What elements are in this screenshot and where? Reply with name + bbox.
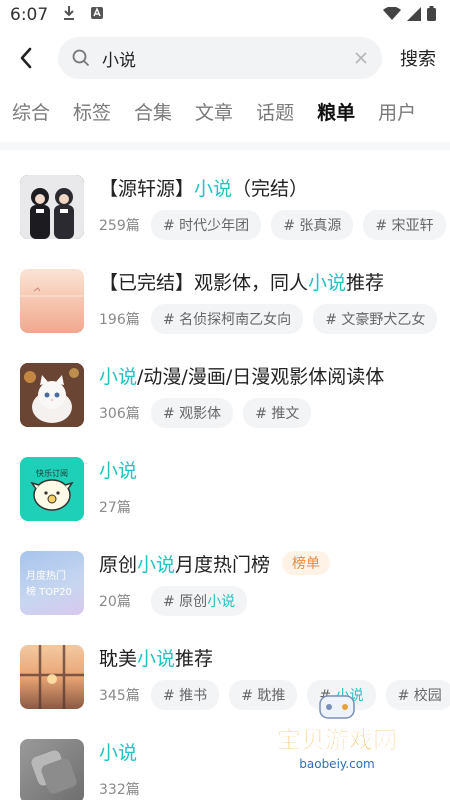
app-notification-icon — [90, 5, 104, 25]
tag-chip[interactable]: # 宋亚轩 — [363, 210, 446, 240]
tab-articles[interactable]: 文章 — [195, 98, 233, 125]
list-item[interactable]: 【已完结】观影体，同人小说推荐 196篇 # 名侦探柯南乙女向 # 文豪野犬乙女 — [0, 254, 450, 348]
search-icon — [72, 49, 90, 67]
list-title: 小说 — [99, 459, 138, 482]
wifi-icon — [383, 5, 401, 25]
search-header: 小说 搜索 — [0, 30, 450, 86]
cover-image: 快乐订阅 — [20, 457, 84, 521]
chevron-left-icon — [20, 47, 32, 69]
tag-chip[interactable]: # 推文 — [243, 398, 312, 428]
item-count: 196篇 — [99, 312, 140, 328]
list-title: 【已完结】观影体，同人小说推荐 — [99, 271, 385, 294]
tag-chip[interactable]: # 推书 — [151, 680, 220, 710]
list-item[interactable]: 快乐订阅 小说 27篇 — [0, 442, 450, 536]
search-value[interactable]: 小说 — [102, 46, 354, 71]
list-title: 小说 — [99, 741, 138, 764]
list-title: 原创小说月度热门榜 — [99, 553, 271, 576]
tag-chip[interactable]: # 张真源 — [271, 210, 354, 240]
tab-comprehensive[interactable]: 综合 — [12, 98, 50, 125]
tab-topics[interactable]: 话题 — [256, 98, 294, 125]
clear-icon[interactable] — [354, 51, 368, 65]
search-input[interactable]: 小说 — [58, 37, 382, 79]
tag-chip[interactable]: # 文豪野犬乙女 — [313, 304, 438, 334]
cover-image: 月度热门 榜 TOP20 — [20, 551, 84, 615]
list-title: 耽美小说推荐 — [99, 647, 214, 670]
battery-icon — [427, 5, 436, 25]
list-item[interactable]: 月度热门 榜 TOP20 原创小说月度热门榜 榜单 20篇 # 原创小说 — [0, 536, 450, 630]
divider — [0, 142, 450, 150]
tag-chip[interactable]: # 名侦探柯南乙女向 — [151, 304, 304, 334]
cover-image — [20, 645, 84, 709]
item-count: 259篇 — [99, 218, 140, 234]
item-count: 332篇 — [99, 782, 140, 798]
item-count: 20篇 — [99, 594, 131, 610]
category-tabs: 综合 标签 合集 文章 话题 粮单 用户 — [0, 86, 450, 136]
tab-lists[interactable]: 粮单 — [317, 98, 355, 125]
tab-users[interactable]: 用户 — [378, 98, 416, 125]
item-count: 27篇 — [99, 500, 131, 516]
download-icon — [62, 5, 76, 26]
cover-image — [20, 175, 84, 239]
search-button[interactable]: 搜索 — [400, 45, 436, 71]
list-item[interactable]: 【源轩源】小说（完结） 259篇 # 时代少年团 # 张真源 # 宋亚轩 — [0, 160, 450, 254]
item-count: 306篇 — [99, 406, 140, 422]
watermark-name: 宝贝游戏网 — [277, 726, 397, 754]
ranking-badge: 榜单 — [282, 551, 331, 575]
signal-icon — [407, 6, 421, 25]
tag-chip[interactable]: # 时代少年团 — [151, 210, 262, 240]
tag-chip[interactable]: # 原创小说 — [151, 586, 248, 616]
cover-image — [20, 739, 84, 800]
cover-caption: 快乐订阅 — [36, 468, 68, 478]
status-time: 6:07 — [10, 5, 49, 25]
back-button[interactable] — [12, 44, 40, 72]
tab-collections[interactable]: 合集 — [134, 98, 172, 125]
list-title: 【源轩源】小说（完结） — [99, 177, 309, 200]
list-item[interactable]: 小说/动漫/漫画/日漫观影体阅读体 306篇 # 观影体 # 推文 — [0, 348, 450, 442]
cover-image — [20, 269, 84, 333]
watermark-logo: 宝贝游戏网 baobeiy.com — [262, 692, 412, 782]
tag-chip[interactable]: # 观影体 — [151, 398, 234, 428]
item-count: 345篇 — [99, 688, 140, 704]
list-title: 小说/动漫/漫画/日漫观影体阅读体 — [99, 365, 385, 388]
cover-caption: 月度热门 — [26, 569, 66, 582]
watermark-url: baobeiy.com — [299, 757, 374, 771]
status-bar: 6:07 — [0, 0, 450, 30]
cover-caption: 榜 TOP20 — [26, 585, 72, 598]
tab-tags[interactable]: 标签 — [73, 98, 111, 125]
cover-image — [20, 363, 84, 427]
